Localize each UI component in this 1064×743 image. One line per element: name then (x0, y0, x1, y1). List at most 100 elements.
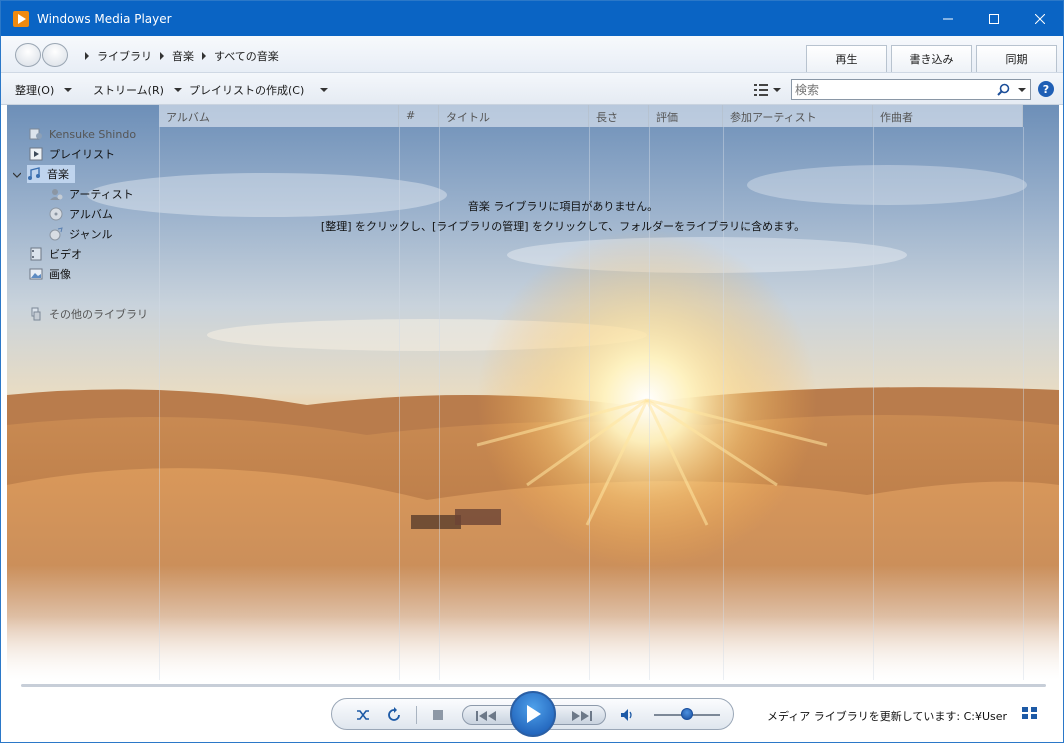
maximize-button[interactable] (971, 1, 1017, 36)
stream-menu[interactable]: ストリーム(R) (93, 82, 182, 98)
shuffle-icon (357, 710, 369, 720)
chevron-down-icon (320, 88, 329, 92)
column-album[interactable]: アルバム (159, 105, 399, 127)
nav-genre[interactable]: ジャンル (49, 225, 112, 243)
play-button[interactable] (510, 691, 556, 737)
mute-button[interactable] (618, 706, 636, 724)
empty-message-line2: [整理] をクリックし、[ライブラリの管理] をクリックして、フォルダーをライブ… (320, 220, 806, 233)
user-library-icon (29, 127, 43, 141)
status-area: メディア ライブラリを更新しています: C:¥Users¥ve (759, 708, 1007, 724)
window-title: Windows Media Player (37, 12, 172, 26)
tab-play[interactable]: 再生 (806, 45, 887, 72)
nav-playlist[interactable]: プレイリスト (29, 145, 115, 163)
chevron-down-icon (173, 88, 182, 92)
nav-artist-label: アーティスト (69, 188, 134, 201)
nav-other-libraries[interactable]: その他のライブラリ (29, 305, 148, 323)
nav-genre-label: ジャンル (69, 228, 113, 241)
nav-music[interactable]: 音楽 (27, 165, 75, 183)
organize-menu[interactable]: 整理(O) (15, 82, 73, 98)
next-button[interactable] (567, 709, 595, 723)
repeat-icon (388, 707, 400, 721)
nav-user-label: Kensuke Shindo (49, 127, 137, 141)
breadcrumb-library[interactable]: ライブラリ (97, 48, 152, 64)
create-playlist-label: プレイリストの作成(C) (189, 84, 305, 97)
nav-video[interactable]: ビデオ (29, 245, 82, 263)
empty-library-message: 音楽 ライブラリに項目がありません。 [整理] をクリックし、[ライブラリの管理… (159, 197, 967, 237)
picture-icon (29, 267, 43, 281)
breadcrumb-separator-icon (160, 52, 164, 60)
forward-button[interactable] (42, 43, 68, 67)
nav-user-library[interactable]: Kensuke Shindo (29, 125, 136, 143)
switch-view-icon (1022, 707, 1037, 719)
volume-slider-handle[interactable] (681, 708, 693, 720)
help-icon[interactable]: ? (1038, 81, 1054, 97)
create-playlist-menu[interactable]: プレイリストの作成(C) (189, 82, 329, 98)
close-button[interactable] (1017, 1, 1063, 36)
breadcrumb: ライブラリ 音楽 すべての音楽 (81, 48, 279, 64)
address-bar: ライブラリ 音楽 すべての音楽 再生 書き込み 同期 (1, 36, 1063, 73)
title-bar: Windows Media Player (1, 1, 1063, 36)
other-libraries-icon (29, 307, 43, 321)
controls-divider (416, 706, 417, 724)
shuffle-button[interactable] (354, 706, 372, 724)
search-dropdown-icon[interactable] (1018, 88, 1026, 92)
column-rating[interactable]: 評価 (649, 105, 723, 127)
chevron-down-icon[interactable] (13, 171, 21, 179)
search-input[interactable] (792, 80, 992, 99)
column-track-number[interactable]: # (399, 105, 439, 127)
view-options-button[interactable] (753, 82, 785, 98)
column-composer[interactable]: 作曲者 (873, 105, 1023, 127)
search-icon[interactable] (997, 83, 1010, 96)
stop-button[interactable] (430, 707, 446, 723)
column-length[interactable]: 長さ (589, 105, 649, 127)
column-contributing-artist[interactable]: 参加アーティスト (723, 105, 873, 127)
artist-icon (49, 187, 63, 201)
previous-icon (476, 711, 496, 721)
column-divider (1023, 127, 1024, 680)
tab-sync[interactable]: 同期 (976, 45, 1057, 72)
playback-controls (331, 691, 734, 737)
music-note-icon (27, 167, 41, 181)
stop-icon (433, 710, 443, 720)
organize-menu-label: 整理(O) (15, 84, 55, 97)
nav-artist[interactable]: アーティスト (49, 185, 134, 203)
nav-pictures-label: 画像 (49, 268, 71, 281)
nav-pictures[interactable]: 画像 (29, 265, 71, 283)
search-box[interactable] (791, 79, 1031, 100)
tab-burn[interactable]: 書き込み (891, 45, 972, 72)
stream-menu-label: ストリーム(R) (93, 84, 164, 97)
nav-other-libraries-label: その他のライブラリ (49, 308, 148, 321)
speaker-icon (621, 709, 632, 721)
nav-album-label: アルバム (69, 208, 113, 221)
repeat-button[interactable] (385, 706, 403, 724)
empty-message-line1: 音楽 ライブラリに項目がありません。 (467, 200, 659, 213)
tab-bar: 再生 書き込み 同期 (806, 45, 1057, 72)
breadcrumb-separator-icon (202, 52, 206, 60)
view-options-icon (754, 84, 768, 96)
breadcrumb-separator-icon (85, 52, 89, 60)
breadcrumb-all-music[interactable]: すべての音楽 (214, 48, 279, 64)
nav-music-label: 音楽 (47, 168, 69, 181)
background-image (7, 105, 1059, 680)
toolbar: 整理(O) ストリーム(R) プレイリストの作成(C) 検索 ? (1, 73, 1063, 105)
minimize-button[interactable] (925, 1, 971, 36)
navigation-pane: Kensuke Shindo プレイリスト 音楽 アーティスト アルバム ジャン… (7, 105, 159, 680)
nav-video-label: ビデオ (49, 248, 82, 261)
play-icon (527, 705, 541, 723)
breadcrumb-music[interactable]: 音楽 (172, 48, 194, 64)
column-header-row: アルバム # タイトル 長さ 評価 参加アーティスト 作曲者 (159, 105, 1025, 127)
switch-to-now-playing-button[interactable] (1021, 706, 1039, 720)
previous-button[interactable] (473, 709, 501, 723)
album-disc-icon (49, 207, 63, 221)
video-film-icon (29, 247, 43, 261)
status-text: メディア ライブラリを更新しています: C:¥Users¥ve (767, 710, 1007, 723)
chevron-down-icon (64, 88, 73, 92)
media-player-app-icon (13, 11, 29, 27)
seek-bar[interactable] (21, 684, 1046, 687)
media-player-window: Windows Media Player ライブラリ 音楽 すべての音楽 再生 … (0, 0, 1064, 743)
back-button[interactable] (15, 43, 41, 67)
nav-album[interactable]: アルバム (49, 205, 113, 223)
playlist-icon (29, 147, 43, 161)
genre-icon (49, 227, 63, 241)
column-title[interactable]: タイトル (439, 105, 589, 127)
